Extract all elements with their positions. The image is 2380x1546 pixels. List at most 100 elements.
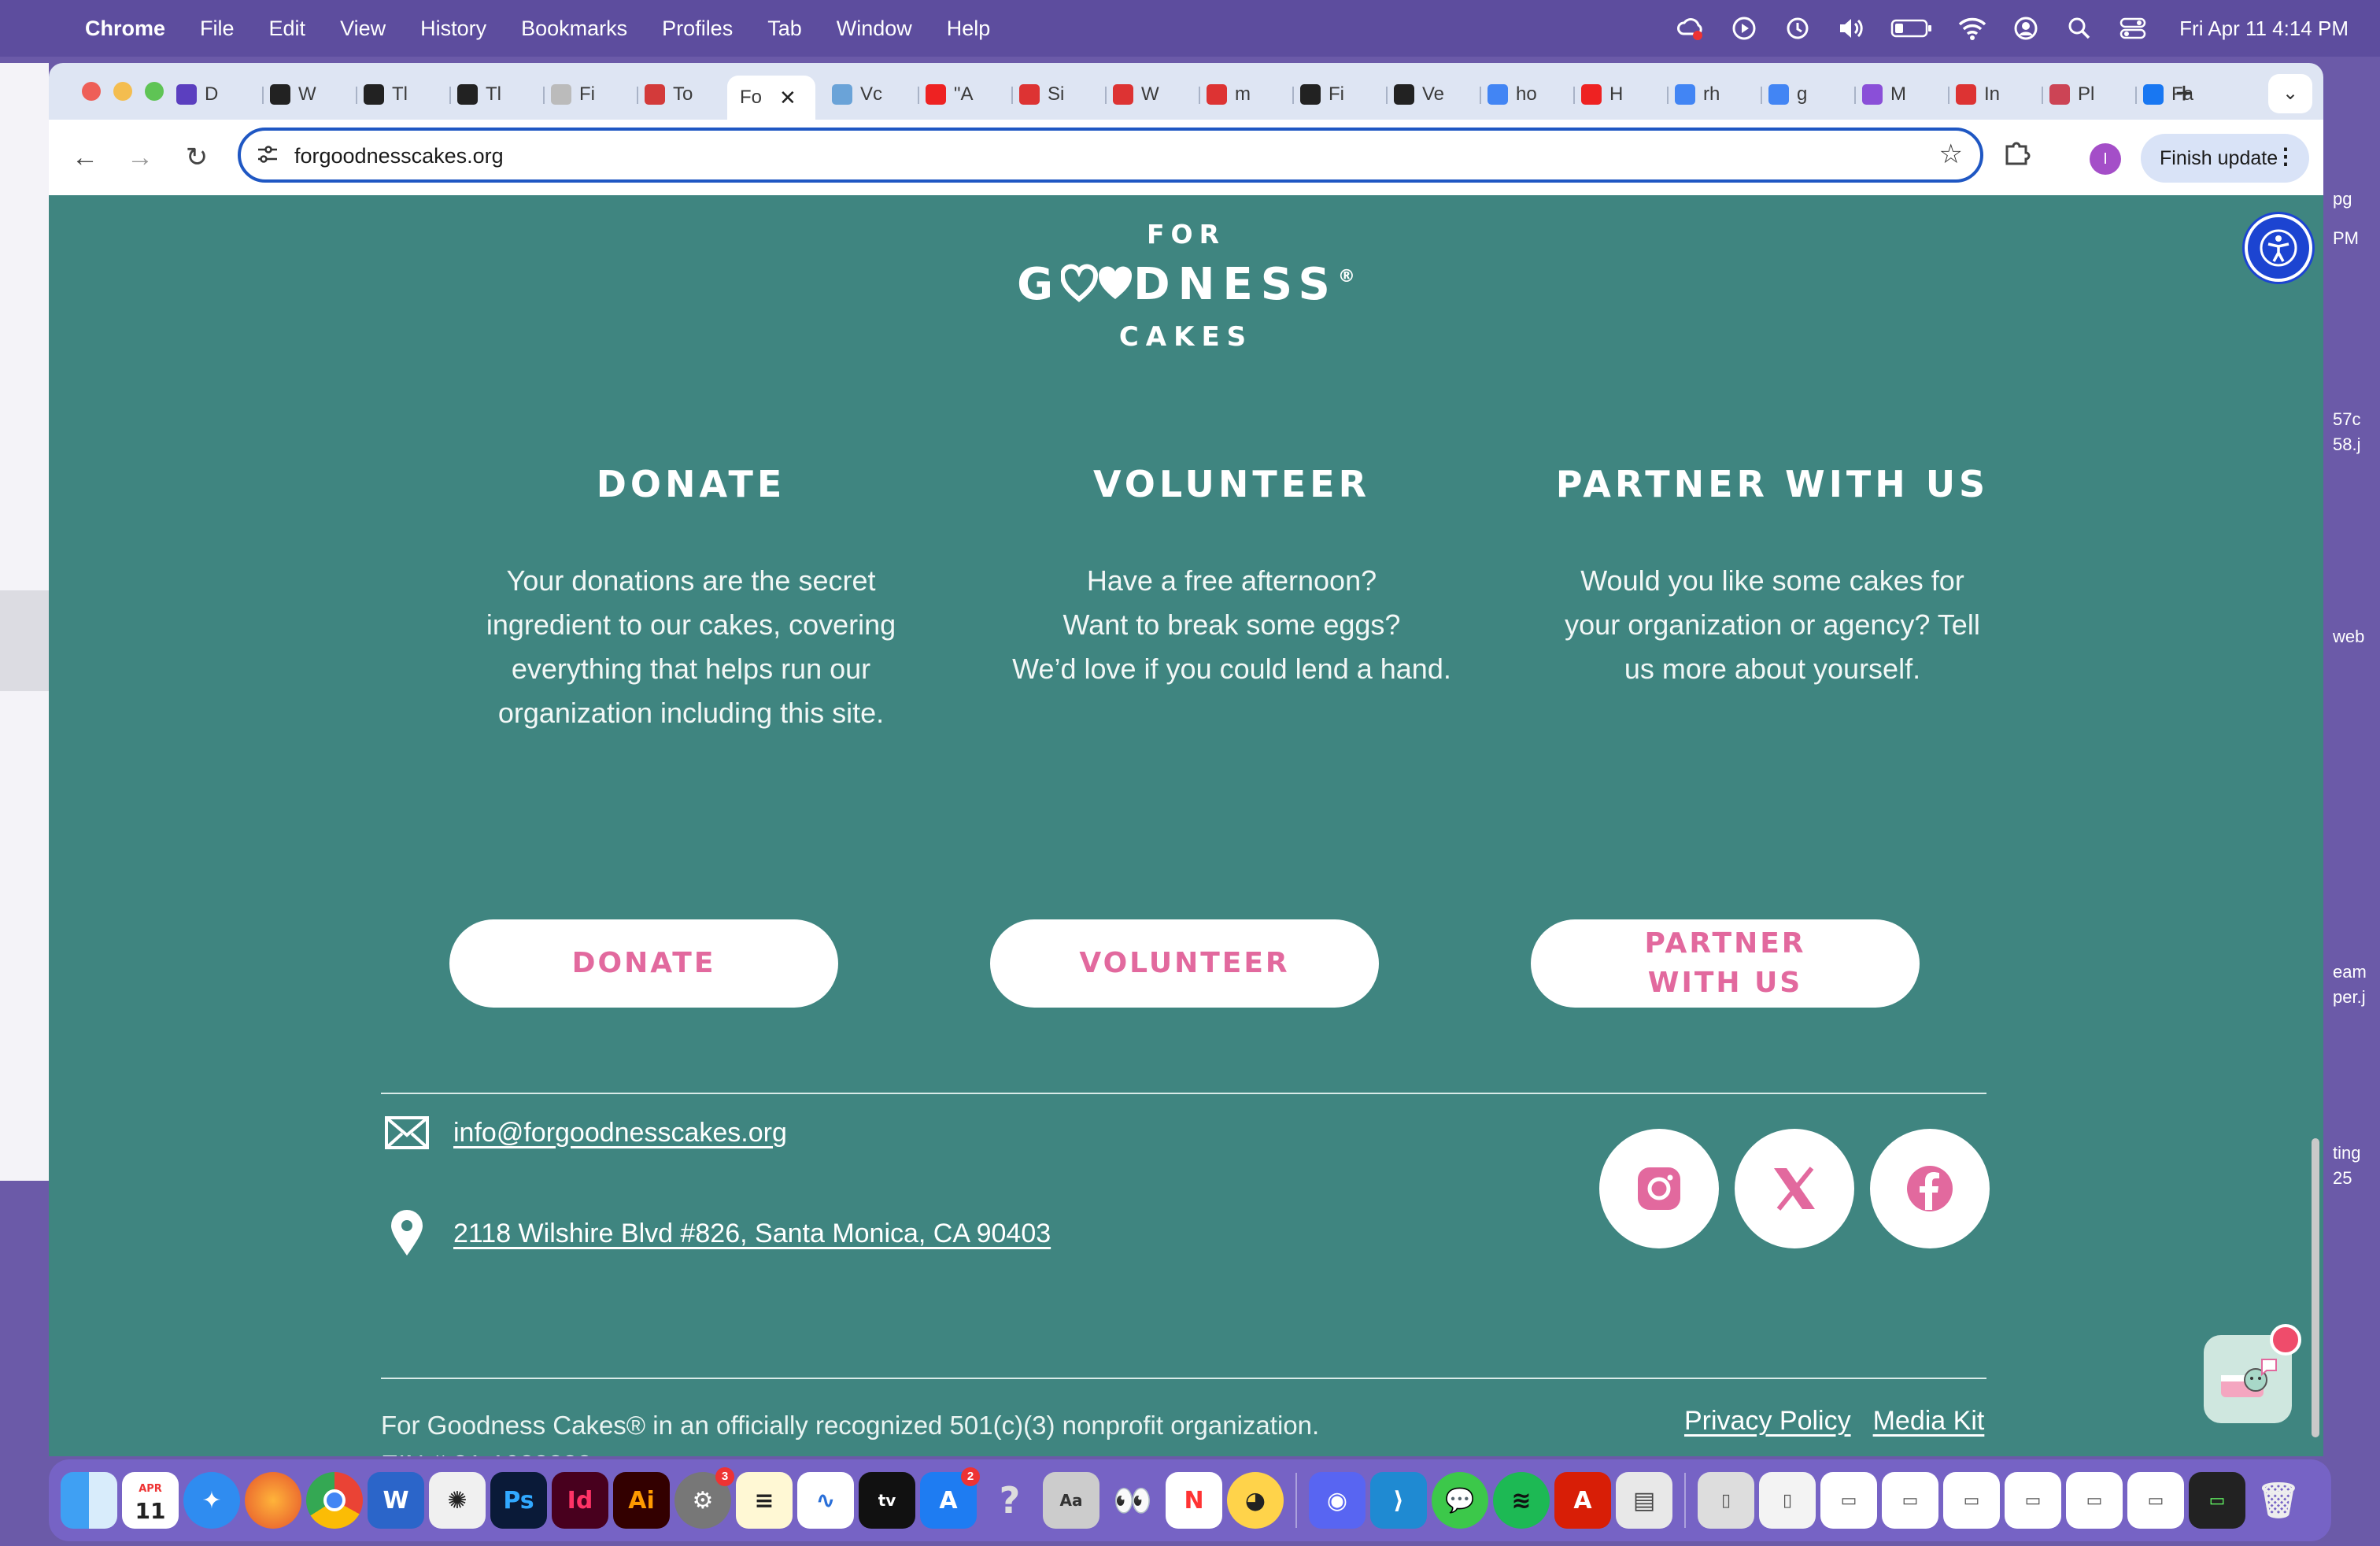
recent-file-icon[interactable]: ▭ <box>1820 1472 1877 1529</box>
reload-icon[interactable]: ↻ <box>176 137 217 178</box>
cartoon-eyes-icon[interactable]: 👀 <box>1104 1472 1161 1529</box>
menu-history[interactable]: History <box>420 17 486 41</box>
menu-bookmarks[interactable]: Bookmarks <box>521 17 627 41</box>
menu-help[interactable]: Help <box>947 17 991 41</box>
tab[interactable]: W <box>270 76 349 113</box>
finish-update-button[interactable]: Finish update ⋮ <box>2141 134 2309 183</box>
apple-tv-icon[interactable]: tv <box>859 1472 915 1529</box>
tab[interactable]: rh <box>1675 76 1754 113</box>
volume-icon[interactable] <box>1836 13 1866 43</box>
illustrator-icon[interactable]: Ai <box>613 1472 670 1529</box>
tab[interactable]: Fi <box>551 76 630 113</box>
preview-icon[interactable]: ▤ <box>1616 1472 1672 1529</box>
bookmark-star-icon[interactable]: ☆ <box>1939 139 1963 170</box>
menu-window[interactable]: Window <box>837 17 912 41</box>
menu-file[interactable]: File <box>200 17 235 41</box>
tab[interactable]: g <box>1768 76 1847 113</box>
cyberduck-icon[interactable]: ◕ <box>1227 1472 1284 1529</box>
recent-file-icon[interactable]: ▯ <box>1759 1472 1816 1529</box>
close-tab-icon[interactable]: ✕ <box>779 86 796 110</box>
recent-file-icon[interactable]: ▭ <box>1882 1472 1938 1529</box>
instagram-button[interactable] <box>1599 1129 1719 1248</box>
volunteer-button[interactable]: VOLUNTEER <box>990 919 1379 1008</box>
accessibility-button[interactable] <box>2245 214 2312 282</box>
tab[interactable]: "A <box>926 76 1004 113</box>
new-tab-button[interactable]: + <box>2166 76 2202 112</box>
tab[interactable]: Tl <box>364 76 442 113</box>
zoom-window-button[interactable] <box>145 82 164 101</box>
tab[interactable]: m <box>1207 76 1285 113</box>
recent-file-icon[interactable]: ▯ <box>1698 1472 1754 1529</box>
profile-avatar[interactable]: I <box>2090 143 2121 175</box>
tab[interactable]: Ve <box>1394 76 1473 113</box>
app-store-icon[interactable]: A2 <box>920 1467 980 1529</box>
help-question-icon[interactable]: ? <box>981 1472 1038 1529</box>
partner-with-us-button[interactable]: PARTNER WITH US <box>1531 919 1920 1008</box>
donate-button[interactable]: DONATE <box>449 919 838 1008</box>
acrobat-icon[interactable]: A <box>1554 1472 1611 1529</box>
vscode-icon[interactable]: ⟩ <box>1370 1472 1427 1529</box>
finder-icon[interactable] <box>61 1472 117 1529</box>
privacy-policy-link[interactable]: Privacy Policy <box>1684 1406 1851 1437</box>
back-arrow-icon[interactable]: ← <box>65 137 105 178</box>
tab[interactable]: Si <box>1019 76 1098 113</box>
recent-file-icon[interactable]: ▭ <box>2005 1472 2061 1529</box>
control-center-icon[interactable] <box>2118 13 2148 43</box>
address-bar[interactable]: ☆ <box>238 128 1983 183</box>
spotify-icon[interactable]: ≋ <box>1493 1472 1550 1529</box>
x-twitter-button[interactable] <box>1735 1129 1854 1248</box>
wifi-icon[interactable] <box>1957 13 1987 43</box>
chrome-icon[interactable] <box>306 1472 363 1529</box>
minimize-window-button[interactable] <box>113 82 132 101</box>
recent-file-icon[interactable]: ▭ <box>2127 1472 2184 1529</box>
menu-clock[interactable]: Fri Apr 11 4:14 PM <box>2179 17 2349 41</box>
photoshop-icon[interactable]: Ps <box>490 1472 547 1529</box>
notes-icon[interactable]: ≡ <box>736 1472 793 1529</box>
time-machine-icon[interactable] <box>1783 13 1813 43</box>
spotlight-search-icon[interactable] <box>2064 13 2094 43</box>
menu-edit[interactable]: Edit <box>269 17 306 41</box>
kebab-menu-icon[interactable]: ⋮ <box>2275 143 2297 169</box>
tab[interactable]: ho <box>1488 76 1566 113</box>
recent-file-icon[interactable]: ▭ <box>1943 1472 2000 1529</box>
font-book-icon[interactable]: Aa <box>1043 1472 1099 1529</box>
news-icon[interactable]: N <box>1166 1472 1222 1529</box>
indesign-icon[interactable]: Id <box>552 1472 608 1529</box>
url-input[interactable] <box>294 140 1790 172</box>
recent-file-icon[interactable]: ▭ <box>2066 1472 2123 1529</box>
tab-search-chevron-icon[interactable]: ⌄ <box>2268 74 2312 113</box>
close-window-button[interactable] <box>82 82 101 101</box>
tab[interactable]: Vc <box>832 76 911 113</box>
messages-icon[interactable]: 💬 <box>1432 1472 1488 1529</box>
firefox-icon[interactable] <box>245 1472 301 1529</box>
play-icon[interactable] <box>1729 13 1759 43</box>
tab[interactable]: Pl <box>2049 76 2128 113</box>
menu-tab[interactable]: Tab <box>767 17 802 41</box>
recent-file-icon[interactable]: ▭ <box>2189 1472 2245 1529</box>
address-link[interactable]: 2118 Wilshire Blvd #826, Santa Monica, C… <box>453 1219 1051 1249</box>
tab[interactable]: H <box>1581 76 1660 113</box>
safari-icon[interactable]: ✦ <box>183 1472 240 1529</box>
chat-widget-button[interactable] <box>2204 1324 2301 1423</box>
tab[interactable]: Fi <box>1300 76 1379 113</box>
creative-cloud-icon[interactable] <box>1676 13 1706 43</box>
tab[interactable]: To <box>645 76 723 113</box>
facebook-button[interactable] <box>1870 1129 1990 1248</box>
tab[interactable]: W <box>1113 76 1192 113</box>
system-settings-icon[interactable]: ⚙ 3 <box>674 1467 734 1529</box>
tab[interactable]: M <box>1862 76 1941 113</box>
site-logo[interactable]: FOR G DNESS® CAKES <box>981 219 1391 361</box>
battery-icon[interactable] <box>1890 13 1934 43</box>
tab[interactable]: D <box>176 76 255 113</box>
tab[interactable]: In <box>1956 76 2034 113</box>
freeform-icon[interactable]: ∿ <box>797 1472 854 1529</box>
trash-icon[interactable]: 🗑 <box>2250 1472 2307 1529</box>
forward-arrow-icon[interactable]: → <box>120 137 161 178</box>
menu-view[interactable]: View <box>340 17 386 41</box>
email-link[interactable]: info@forgoodnesscakes.org <box>453 1118 787 1148</box>
site-settings-icon[interactable] <box>255 142 282 168</box>
discord-icon[interactable]: ◉ <box>1309 1472 1366 1529</box>
menu-profiles[interactable]: Profiles <box>662 17 733 41</box>
tab[interactable]: Tl <box>457 76 536 113</box>
user-account-icon[interactable] <box>2011 13 2041 43</box>
